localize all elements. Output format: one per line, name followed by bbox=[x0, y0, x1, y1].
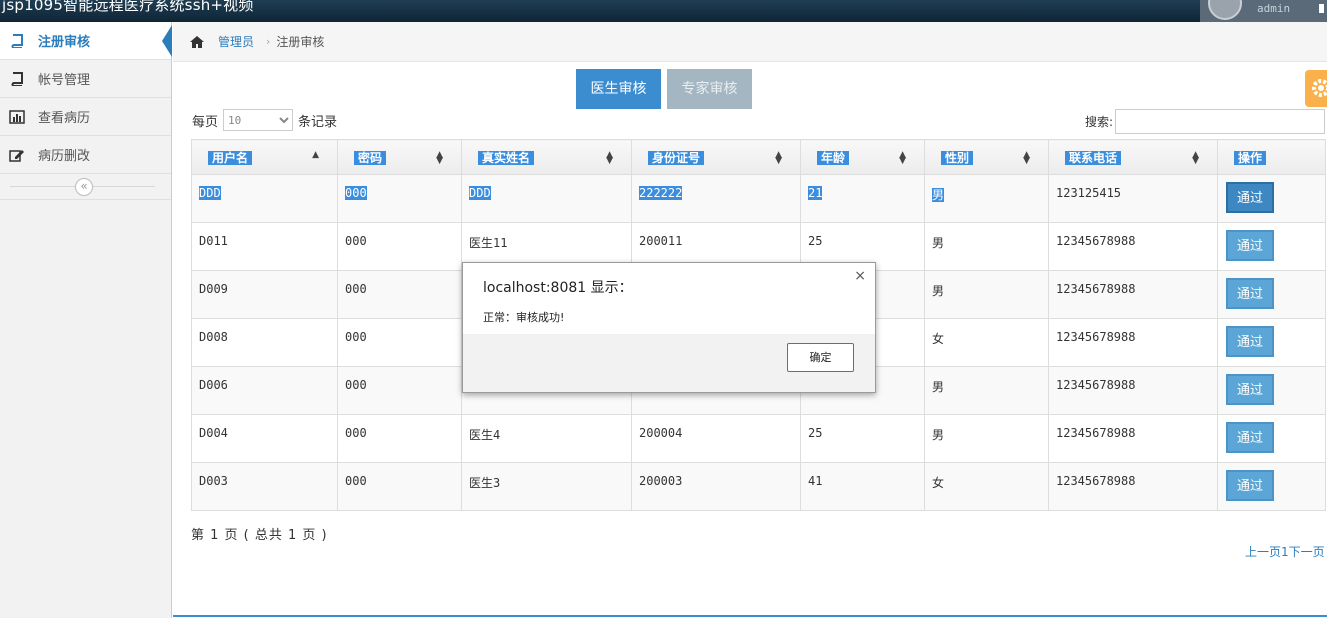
column-header-age[interactable]: 年龄 ▲ ▼ bbox=[800, 139, 925, 175]
page-info: 第 1 页 ( 总共 1 页 ) bbox=[191, 528, 328, 543]
sort-icon: ▲ ▼ bbox=[899, 150, 906, 166]
sidebar-item-view-records[interactable]: 查看病历 bbox=[0, 98, 171, 136]
approve-button[interactable]: 通过 bbox=[1226, 422, 1274, 453]
approve-button[interactable]: 通过 bbox=[1226, 470, 1274, 501]
approve-button[interactable]: 通过 bbox=[1226, 230, 1274, 261]
page-length-control: 每页 10 条记录 bbox=[192, 109, 337, 131]
sidebar: 注册审核 帐号管理 查看病历 病历删改 « bbox=[0, 22, 172, 618]
username: admin bbox=[1257, 2, 1291, 15]
column-header-real-name[interactable]: 真实姓名 ▲ ▼ bbox=[461, 139, 632, 175]
approve-button[interactable]: 通过 bbox=[1226, 278, 1274, 309]
table-row: D003 000 医生3 200003 41 女 12345678988 通过 bbox=[191, 462, 1326, 511]
bottom-divider bbox=[173, 615, 1327, 617]
sort-asc-icon: ▲ bbox=[312, 150, 319, 160]
sort-icon: ▲ ▼ bbox=[1023, 150, 1030, 166]
sort-icon: ▲ ▼ bbox=[1192, 150, 1199, 166]
edit-icon bbox=[8, 147, 26, 163]
tab-expert-review[interactable]: 专家审核 bbox=[667, 69, 752, 109]
breadcrumb: 管理员 › 注册审核 bbox=[173, 22, 1327, 62]
close-icon[interactable]: × bbox=[854, 268, 866, 284]
search-label: 搜索: bbox=[1085, 115, 1114, 129]
column-header-gender[interactable]: 性别 ▲ ▼ bbox=[924, 139, 1049, 175]
avatar[interactable] bbox=[1208, 0, 1242, 20]
table-row: D004 000 医生4 200004 25 男 12345678988 通过 bbox=[191, 414, 1326, 463]
sidebar-item-label: 病历删改 bbox=[38, 149, 91, 164]
sidebar-item-account-management[interactable]: 帐号管理 bbox=[0, 60, 171, 98]
table-header-row: 用户名 ▲ 密码 ▲ ▼ 真实姓名 ▲ ▼ 身份证号 ▲ ▼ 年龄 ▲ ▼ 性别 ▲ ▼ 联系电话 ▲ ▼… bbox=[191, 139, 1326, 175]
per-page-prefix: 每页 bbox=[192, 114, 219, 130]
top-bar: jsp1095智能远程医疗系统ssh+视频 admin bbox=[0, 0, 1327, 22]
approve-button[interactable]: 通过 bbox=[1226, 374, 1274, 405]
gear-icon bbox=[1312, 79, 1327, 97]
column-header-phone[interactable]: 联系电话 ▲ ▼ bbox=[1048, 139, 1218, 175]
sidebar-collapse-row: « bbox=[0, 174, 171, 200]
table-row: DDD 000 DDD 222222 21 男 123125415 通过 bbox=[191, 174, 1326, 223]
collapse-sidebar-button[interactable]: « bbox=[75, 178, 93, 196]
breadcrumb-separator: › bbox=[266, 35, 271, 48]
alert-dialog: localhost:8081 显示： × 正常：审核成功! 确定 bbox=[462, 262, 876, 393]
book-icon bbox=[8, 71, 26, 87]
sidebar-item-label: 注册审核 bbox=[38, 35, 91, 50]
sidebar-item-label: 帐号管理 bbox=[38, 73, 91, 88]
approve-button[interactable]: 通过 bbox=[1226, 182, 1274, 213]
sort-icon: ▲ ▼ bbox=[436, 150, 443, 166]
sort-icon: ▲ ▼ bbox=[775, 150, 782, 166]
tab-doctor-review[interactable]: 医生审核 bbox=[576, 69, 661, 109]
per-page-suffix: 条记录 bbox=[298, 114, 338, 130]
home-icon[interactable] bbox=[189, 35, 205, 49]
per-page-select[interactable]: 10 bbox=[223, 109, 294, 131]
table-search: 搜索: bbox=[1085, 109, 1326, 134]
dialog-title: localhost:8081 显示： bbox=[483, 280, 633, 296]
sidebar-item-register-review[interactable]: 注册审核 bbox=[0, 22, 172, 60]
settings-gear-tab[interactable] bbox=[1305, 70, 1327, 107]
menu-caret-icon bbox=[1319, 4, 1324, 13]
breadcrumb-current: 注册审核 bbox=[276, 35, 325, 49]
column-header-action: 操作 bbox=[1217, 139, 1326, 175]
dialog-message: 正常：审核成功! bbox=[483, 311, 565, 324]
ok-button[interactable]: 确定 bbox=[787, 343, 854, 372]
column-header-username[interactable]: 用户名 ▲ bbox=[191, 139, 338, 175]
sidebar-item-edit-records[interactable]: 病历删改 bbox=[0, 136, 171, 174]
pagination-nav[interactable]: 上一页1下一页 bbox=[1245, 543, 1325, 560]
breadcrumb-link-admin[interactable]: 管理员 bbox=[218, 33, 254, 50]
sidebar-item-label: 查看病历 bbox=[38, 111, 91, 126]
bar-chart-icon bbox=[8, 109, 26, 125]
search-input[interactable] bbox=[1115, 109, 1326, 134]
column-header-id-number[interactable]: 身份证号 ▲ ▼ bbox=[631, 139, 801, 175]
column-header-password[interactable]: 密码 ▲ ▼ bbox=[337, 139, 462, 175]
user-menu[interactable]: admin bbox=[1200, 0, 1327, 22]
approve-button[interactable]: 通过 bbox=[1226, 326, 1274, 357]
book-icon bbox=[8, 33, 26, 49]
sort-icon: ▲ ▼ bbox=[606, 150, 613, 166]
window-title: jsp1095智能远程医疗系统ssh+视频 bbox=[2, 0, 254, 14]
